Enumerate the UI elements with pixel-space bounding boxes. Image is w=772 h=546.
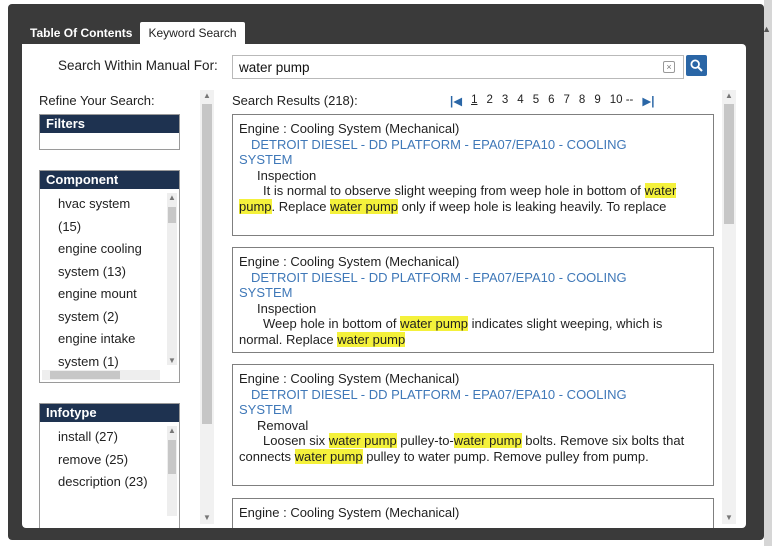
page-link[interactable]: 2	[486, 94, 492, 108]
infotype-list: install (27) remove (25) description (23…	[40, 422, 179, 528]
search-result[interactable]: Engine : Cooling System (Mechanical) DET…	[232, 114, 714, 236]
result-manual-link[interactable]: DETROIT DIESEL - DD PLATFORM - EPA07/EPA…	[239, 387, 707, 403]
tab-bar: Table Of Contents Keyword Search	[22, 22, 245, 44]
component-box: Component hvac system (15) engine coolin…	[39, 170, 180, 383]
page-link[interactable]: 9	[594, 94, 600, 108]
component-item-hvac[interactable]: hvac system (15)	[58, 193, 154, 238]
result-path: Engine : Cooling System (Mechanical)	[239, 505, 460, 520]
result-manual-link-cont[interactable]: SYSTEM	[239, 402, 707, 418]
result-snippet: It is normal to observe slight weeping f…	[239, 183, 707, 214]
search-result[interactable]: Engine : Cooling System (Mechanical)	[232, 498, 714, 528]
results-scrollbar[interactable]: ▲ ▼	[722, 90, 736, 524]
keyword-search-panel: Search Within Manual For: × Refine Your …	[22, 44, 746, 528]
refine-scrollbar[interactable]: ▲ ▼	[200, 90, 214, 524]
result-manual-link[interactable]: DETROIT DIESEL - DD PLATFORM - EPA07/EPA…	[239, 137, 707, 153]
result-type: Inspection	[257, 167, 317, 183]
scroll-thumb[interactable]	[724, 104, 734, 224]
search-result[interactable]: Engine : Cooling System (Mechanical) DET…	[232, 247, 714, 353]
scroll-thumb[interactable]	[202, 104, 212, 424]
scroll-up-icon[interactable]: ▲	[200, 91, 214, 100]
scroll-up-icon[interactable]: ▲	[167, 426, 177, 435]
results-title: Search Results (218):	[232, 93, 358, 108]
component-item-engine-intake[interactable]: engine intake system (1)	[58, 328, 154, 373]
component-list: hvac system (15) engine cooling system (…	[40, 189, 179, 382]
page-link[interactable]: 4	[517, 94, 523, 108]
scroll-up-icon[interactable]: ▲	[167, 193, 177, 202]
pagination: |◀ 1 2 3 4 5 6 7 8 9 10 -- ▶|	[450, 94, 654, 108]
component-item-engine-mount[interactable]: engine mount system (2)	[58, 283, 154, 328]
search-button[interactable]	[686, 55, 707, 76]
hscroll-thumb[interactable]	[50, 371, 120, 379]
result-snippet: Weep hole in bottom of water pump indica…	[239, 316, 707, 347]
component-header: Component	[40, 171, 179, 189]
search-input[interactable]	[233, 56, 653, 78]
component-hscrollbar[interactable]	[42, 370, 160, 380]
scroll-thumb[interactable]	[168, 440, 176, 474]
search-icon	[690, 59, 703, 72]
infotype-item-remove[interactable]: remove (25)	[58, 449, 154, 472]
component-scrollbar[interactable]: ▲ ▼	[167, 193, 177, 365]
snippet-text: It is normal to observe slight weeping f…	[263, 183, 645, 198]
snippet-text: only if weep hole is leaking heavily. To…	[398, 198, 667, 214]
keyword-highlight: water pump	[328, 433, 397, 448]
result-path: Engine : Cooling System (Mechanical)	[239, 254, 460, 269]
refine-title: Refine Your Search:	[39, 93, 155, 108]
snippet-text: . Replace	[271, 198, 331, 214]
infotype-box: Infotype install (27) remove (25) descri…	[39, 403, 180, 528]
result-type: Removal	[257, 417, 309, 433]
filters-header: Filters	[40, 115, 179, 133]
page-link[interactable]: 6	[548, 94, 554, 108]
keyword-highlight: water pump	[330, 198, 398, 214]
result-type: Inspection	[257, 300, 317, 316]
scroll-down-icon[interactable]: ▼	[722, 513, 736, 522]
page-link[interactable]: 1	[471, 94, 477, 108]
infotype-scrollbar[interactable]: ▲	[167, 426, 177, 516]
result-manual-link[interactable]: DETROIT DIESEL - DD PLATFORM - EPA07/EPA…	[239, 270, 707, 286]
result-snippet: Loosen six water pump pulley-to-water pu…	[239, 433, 707, 464]
component-item-engine-cooling[interactable]: engine cooling system (13)	[58, 238, 154, 283]
keyword-highlight: water pump	[400, 316, 468, 331]
result-manual-link-cont[interactable]: SYSTEM	[239, 285, 707, 301]
result-path: Engine : Cooling System (Mechanical)	[239, 371, 460, 386]
page-link[interactable]: 8	[579, 94, 585, 108]
last-page-icon[interactable]: ▶|	[642, 94, 654, 108]
search-field: ×	[232, 55, 684, 79]
keyword-highlight: water pump	[337, 331, 406, 347]
keyword-highlight: water pump	[453, 433, 522, 448]
infotype-item-description[interactable]: description (23)	[58, 471, 154, 494]
page-link[interactable]: 7	[564, 94, 570, 108]
scroll-up-icon[interactable]: ▲	[762, 24, 771, 34]
scroll-down-icon[interactable]: ▼	[200, 513, 214, 522]
snippet-text: Loosen six	[263, 433, 329, 448]
scroll-down-icon[interactable]: ▼	[167, 356, 177, 365]
page-link[interactable]: 3	[502, 94, 508, 108]
filters-box: Filters	[39, 114, 180, 150]
page-link[interactable]: 10 --	[610, 94, 634, 108]
result-path: Engine : Cooling System (Mechanical)	[239, 121, 460, 136]
snippet-text: pulley-to-	[396, 433, 454, 448]
page-link[interactable]: 5	[533, 94, 539, 108]
keyword-highlight: water pump	[294, 448, 363, 464]
tab-keyword-search[interactable]: Keyword Search	[140, 22, 245, 44]
snippet-text: pulley to water pump. Remove pulley from…	[362, 448, 649, 464]
scroll-up-icon[interactable]: ▲	[722, 91, 736, 100]
tab-table-of-contents[interactable]: Table Of Contents	[22, 22, 140, 44]
first-page-icon[interactable]: |◀	[450, 94, 462, 108]
scroll-thumb[interactable]	[168, 207, 176, 223]
search-label: Search Within Manual For:	[58, 58, 218, 73]
infotype-item-install[interactable]: install (27)	[58, 426, 154, 449]
result-manual-link-cont[interactable]: SYSTEM	[239, 152, 707, 168]
window-edge: ▲	[762, 0, 772, 546]
search-result[interactable]: Engine : Cooling System (Mechanical) DET…	[232, 364, 714, 486]
snippet-text: Weep hole in bottom of	[263, 316, 401, 331]
infotype-header: Infotype	[40, 404, 179, 422]
clear-icon[interactable]: ×	[663, 61, 675, 73]
